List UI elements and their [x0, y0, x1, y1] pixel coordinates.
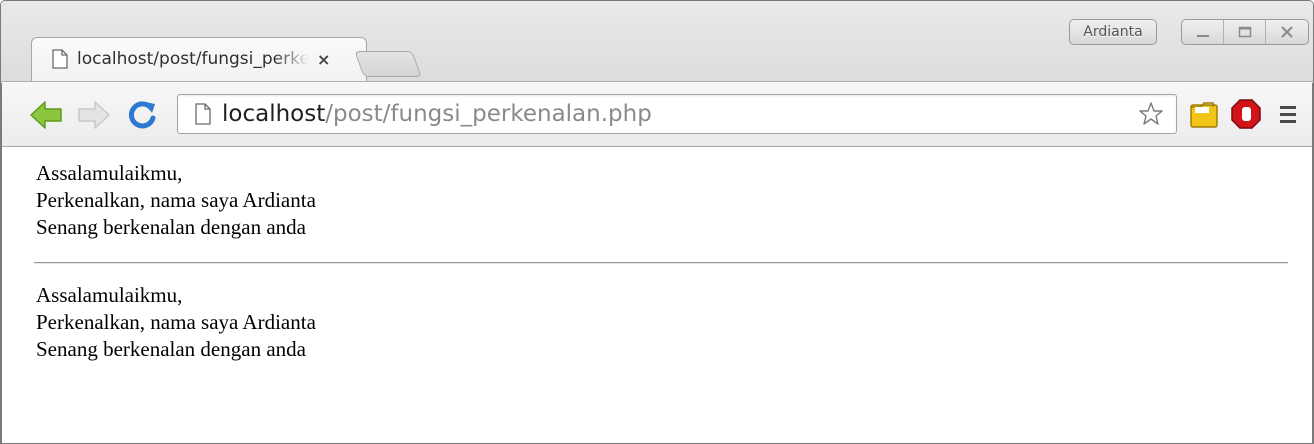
intro-line: Perkenalkan, nama saya Ardianta: [36, 188, 316, 212]
greeting-block: Assalamulaikmu, Perkenalkan, nama saya A…: [36, 282, 316, 363]
browser-window: localhost/post/fungsi_perkenalan.php × A…: [0, 0, 1314, 444]
new-tab-button[interactable]: [354, 51, 422, 77]
active-tab-content[interactable]: localhost/post/fungsi_perkenalan.php ×: [51, 39, 351, 79]
profile-button[interactable]: Ardianta: [1069, 19, 1157, 45]
url-text: localhost/post/fungsi_perkenalan.php: [222, 101, 652, 127]
star-icon[interactable]: [1138, 101, 1164, 127]
tab-strip: localhost/post/fungsi_perkenalan.php × A…: [1, 1, 1313, 83]
closing-line: Senang berkenalan dengan anda: [36, 337, 306, 361]
menu-icon[interactable]: [1271, 97, 1305, 131]
greeting-block: Assalamulaikmu, Perkenalkan, nama saya A…: [36, 160, 316, 241]
greeting-line: Assalamulaikmu,: [36, 283, 183, 307]
tab-close-button[interactable]: ×: [317, 50, 330, 69]
window-controls: [1181, 19, 1309, 45]
toolbar: localhost/post/fungsi_perkenalan.php: [1, 81, 1313, 147]
maximize-button[interactable]: [1224, 20, 1266, 44]
intro-line: Perkenalkan, nama saya Ardianta: [36, 310, 316, 334]
url-path: /post/fungsi_perkenalan.php: [325, 101, 652, 127]
close-window-button[interactable]: [1266, 20, 1308, 44]
minimize-button[interactable]: [1182, 20, 1224, 44]
stop-extension-icon[interactable]: [1229, 97, 1263, 131]
page-content: Assalamulaikmu, Perkenalkan, nama saya A…: [1, 148, 1313, 443]
tab-title: localhost/post/fungsi_perkenalan.php: [77, 49, 309, 69]
folder-extension-icon[interactable]: [1187, 97, 1221, 131]
greeting-line: Assalamulaikmu,: [36, 161, 183, 185]
back-arrow-icon[interactable]: [29, 98, 63, 132]
page-icon: [195, 103, 211, 125]
page-icon: [52, 49, 68, 69]
close-icon: [1281, 26, 1293, 38]
horizontal-rule: [34, 262, 1288, 264]
closing-line: Senang berkenalan dengan anda: [36, 215, 306, 239]
forward-arrow-icon[interactable]: [77, 98, 111, 132]
window-border-left: [1, 83, 2, 443]
address-bar[interactable]: localhost/post/fungsi_perkenalan.php: [177, 94, 1177, 134]
minimize-icon: [1196, 35, 1209, 37]
window-border-right: [1312, 83, 1313, 443]
maximize-icon: [1238, 26, 1251, 38]
reload-icon[interactable]: [125, 98, 159, 132]
url-host: localhost: [222, 101, 326, 127]
